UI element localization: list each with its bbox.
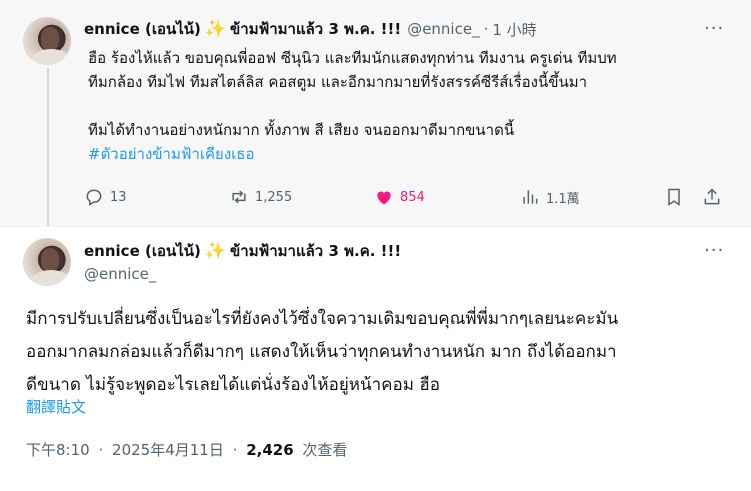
translate-post-link[interactable]: 翻譯貼文 <box>26 396 86 417</box>
post-date[interactable]: 2025年4月11日 <box>112 441 224 459</box>
separator-dot: · <box>232 441 238 459</box>
text-line: ออกมากลมกล่อมแล้วก็ดีมากๆ แสดงให้เห็นว่า… <box>26 342 617 362</box>
main-post-header: ennice (เอนไน้) ✨ ข้ามฟ้ามาแล้ว 3 พ.ค. !… <box>84 239 401 263</box>
view-label: 次查看 <box>302 441 348 459</box>
reply-icon <box>86 189 102 206</box>
text-line: ฮือ ร้องไห้แล้ว ขอบคุณพี่ออฟ ซีนุนิว และ… <box>88 49 617 67</box>
reply-count: 13 <box>110 189 127 205</box>
reply-button[interactable]: 13 <box>84 184 127 210</box>
thread-line <box>47 68 49 226</box>
reply-post-avatar[interactable] <box>23 17 71 65</box>
separator-dot: · <box>483 20 489 38</box>
divider <box>0 226 751 227</box>
post-time[interactable]: 1 小時 <box>492 19 536 40</box>
bookmark-button[interactable] <box>664 184 690 210</box>
more-icon[interactable]: ··· <box>704 240 724 261</box>
author-handle[interactable]: @ennice_ <box>407 20 479 38</box>
author-name-suffix[interactable]: ข้ามฟ้ามาแล้ว 3 พ.ค. !!! <box>230 17 401 41</box>
sparkle-icon: ✨ <box>204 19 227 39</box>
main-post-avatar[interactable] <box>23 238 71 286</box>
author-name-suffix[interactable]: ข้ามฟ้ามาแล้ว 3 พ.ค. !!! <box>230 239 401 263</box>
views-icon <box>523 190 538 204</box>
text-line: ทีมได้ทำงานอย่างหนักมาก ทั้งภาพ สี เสียง… <box>88 121 515 139</box>
reply-post[interactable]: ennice (เอนไน้) ✨ ข้ามฟ้ามาแล้ว 3 พ.ค. !… <box>0 0 751 226</box>
text-line-blank <box>88 94 728 118</box>
author-name[interactable]: ennice (เอนไน้) <box>84 239 201 263</box>
views-count: 1.1萬 <box>546 191 580 207</box>
sparkle-icon: ✨ <box>204 241 227 261</box>
share-button[interactable] <box>702 184 728 210</box>
bookmark-icon <box>668 188 680 206</box>
text-line: ดีขนาด ไม่รู้จะพูดอะไรเลยได้แต่นั่งร้องไ… <box>26 375 440 395</box>
author-name[interactable]: ennice (เอนไน้) <box>84 17 201 41</box>
share-icon <box>704 188 720 205</box>
action-bar: 13 1,255 854 1.1萬 <box>84 184 734 210</box>
more-icon[interactable]: ··· <box>704 18 724 39</box>
text-line: มีการปรับเปลี่ยนซึ่งเป็นอะไรที่ยังคงไว้ซ… <box>26 309 619 329</box>
main-post-text: มีการปรับเปลี่ยนซึ่งเป็นอะไรที่ยังคงไว้ซ… <box>26 303 746 402</box>
post-metadata: 下午8:10 · 2025年4月11日 · 2,426 次查看 <box>26 439 347 460</box>
like-icon <box>377 191 391 205</box>
author-handle[interactable]: @ennice_ <box>84 265 156 283</box>
repost-icon <box>232 190 246 204</box>
repost-count: 1,255 <box>255 189 293 205</box>
hashtag-link[interactable]: #ตัวอย่างข้ามฟ้าเคียงเธอ <box>88 142 728 166</box>
reply-post-text: ฮือ ร้องไห้แล้ว ขอบคุณพี่ออฟ ซีนุนิว และ… <box>88 46 728 166</box>
repost-button[interactable]: 1,255 <box>229 184 292 210</box>
view-count: 2,426 <box>246 441 294 459</box>
reply-post-header: ennice (เอนไน้) ✨ ข้ามฟ้ามาแล้ว 3 พ.ค. !… <box>84 17 537 41</box>
like-count: 854 <box>400 189 425 205</box>
text-line: ทีมกล้อง ทีมไฟ ทีมสไตล์ลิส คอสตูม และอีก… <box>88 73 588 91</box>
views-button[interactable]: 1.1萬 <box>520 184 580 210</box>
like-button[interactable]: 854 <box>374 184 425 210</box>
separator-dot: · <box>98 441 104 459</box>
post-time[interactable]: 下午8:10 <box>26 441 90 459</box>
